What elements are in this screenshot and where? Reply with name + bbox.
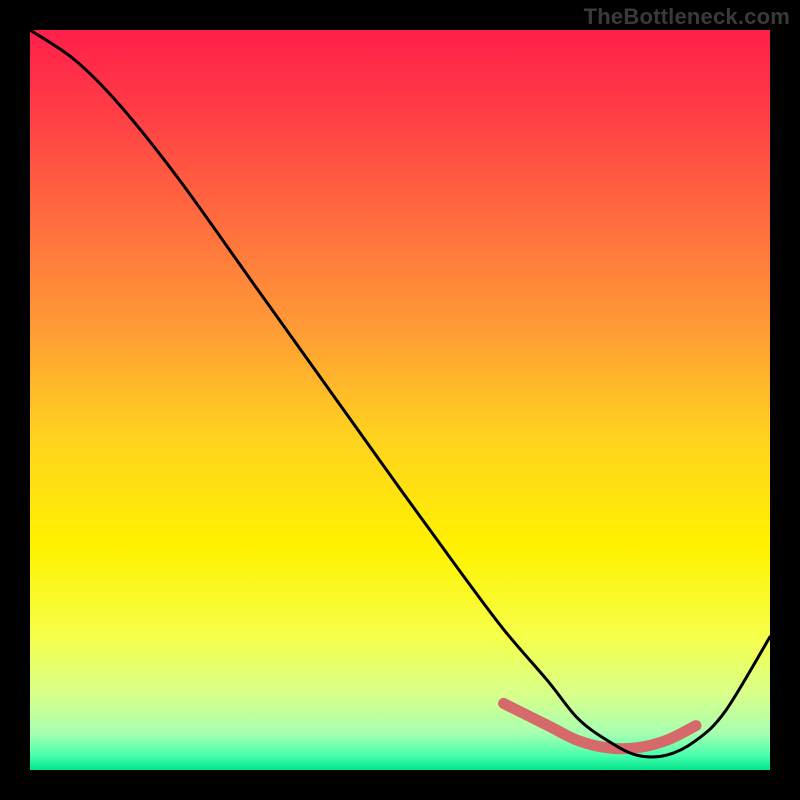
watermark-text: TheBottleneck.com [584,4,790,30]
plot-svg [30,30,770,770]
plot-area [30,30,770,770]
chart-frame: TheBottleneck.com [0,0,800,800]
gradient-background [30,30,770,770]
